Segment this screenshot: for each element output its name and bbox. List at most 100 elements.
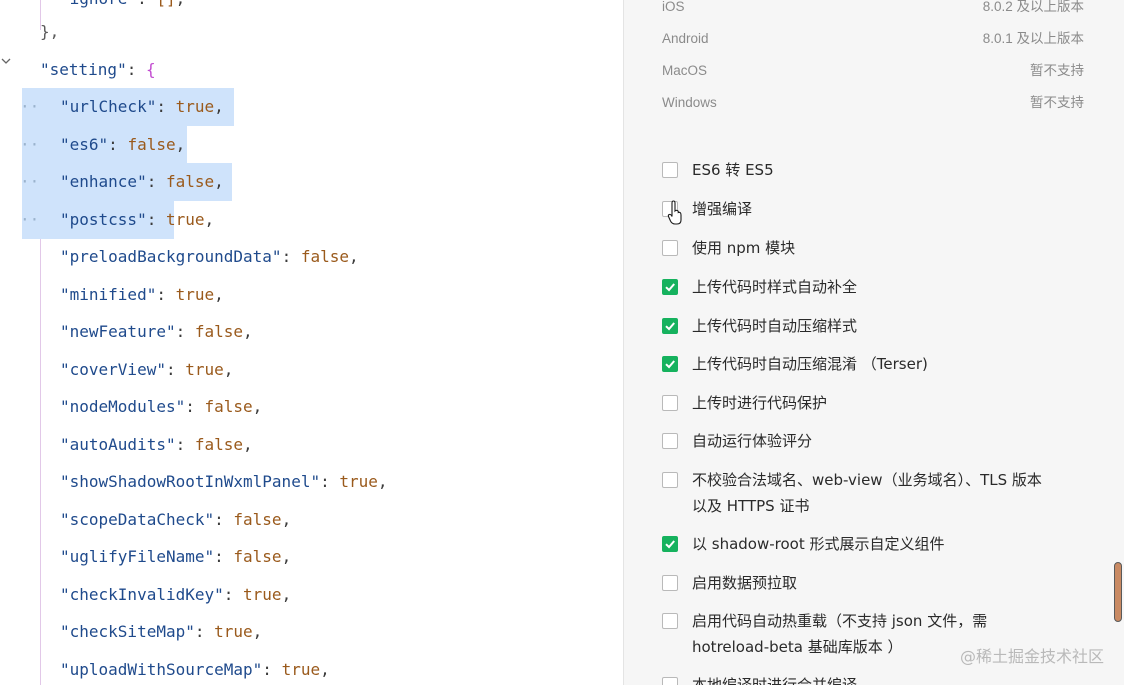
json-value: true xyxy=(243,585,282,604)
version-row: MacOS 暂不支持 xyxy=(662,55,1084,87)
whitespace-dots: ·· xyxy=(20,135,40,154)
code-line: ·· "urlCheck": true, xyxy=(0,88,623,126)
checkbox-unchecked[interactable] xyxy=(662,162,678,178)
json-key: "checkInvalidKey" xyxy=(60,585,224,604)
checkbox-unchecked[interactable] xyxy=(662,472,678,488)
code-text: "enhance": false, xyxy=(60,167,224,197)
code-editor[interactable]: "ignore": [],},"setting": {··"urlCheck":… xyxy=(0,0,623,685)
comma-token: , xyxy=(223,360,234,379)
checkbox-checked[interactable] xyxy=(662,356,678,372)
setting-option-label: 上传代码时自动压缩混淆 （Terser) xyxy=(692,355,928,373)
json-key: "coverView" xyxy=(60,360,166,379)
code-text: "showShadowRootInWxmlPanel": true, xyxy=(60,467,388,497)
platform-name: Android xyxy=(662,31,709,46)
json-value: true xyxy=(214,622,253,641)
version-row: Android 8.0.1 及以上版本 xyxy=(662,23,1084,55)
version-row: iOS 8.0.2 及以上版本 xyxy=(662,0,1084,23)
code-line: "showShadowRootInWxmlPanel": true, xyxy=(0,467,623,497)
checkbox-unchecked[interactable] xyxy=(662,575,678,591)
whitespace-dots: ·· xyxy=(20,97,40,116)
json-key: "preloadBackgroundData" xyxy=(60,247,282,266)
code-line: "nodeModules": false, xyxy=(0,392,623,422)
code-line: "newFeature": false, xyxy=(0,317,623,347)
colon-token: : xyxy=(108,135,128,154)
checkbox-checked[interactable] xyxy=(662,279,678,295)
platform-name: MacOS xyxy=(662,63,708,78)
code-line: "uglifyFileName": false, xyxy=(0,542,623,572)
comma-token: , xyxy=(281,510,292,529)
json-key: "uglifyFileName" xyxy=(60,547,215,566)
checkbox-checked[interactable] xyxy=(662,318,678,334)
version-requirement: 暂不支持 xyxy=(1030,63,1084,78)
json-value: true xyxy=(339,472,378,491)
json-value: true xyxy=(281,660,321,679)
code-line: "minified": true, xyxy=(0,280,623,310)
checkbox-unchecked[interactable] xyxy=(662,613,678,629)
code-line: ·· "enhance": false, xyxy=(0,163,623,201)
checkbox-checked[interactable] xyxy=(662,536,678,552)
check-icon xyxy=(665,540,675,549)
json-key: "showShadowRootInWxmlPanel" xyxy=(60,472,321,491)
code-text: "checkInvalidKey": true, xyxy=(60,580,291,610)
json-value: false xyxy=(194,435,244,454)
code-line: "scopeDataCheck": false, xyxy=(0,505,623,535)
comma-token: , xyxy=(349,247,359,266)
colon-token: : xyxy=(214,547,234,566)
code-line: "autoAudits": false, xyxy=(0,430,623,460)
panel-scrollbar[interactable] xyxy=(1114,562,1122,622)
version-requirement: 暂不支持 xyxy=(1030,95,1084,110)
platform-name: iOS xyxy=(662,0,685,14)
json-key: "setting" xyxy=(40,60,127,79)
setting-option-label: ES6 转 ES5 xyxy=(692,161,774,179)
checkbox-unchecked[interactable] xyxy=(662,240,678,256)
brace-token: }, xyxy=(40,22,60,41)
json-value: false xyxy=(233,510,282,529)
json-value: true xyxy=(185,360,224,379)
watermark: @稀土掘金技术社区 xyxy=(959,647,1104,666)
code-text: "preloadBackgroundData": false, xyxy=(60,242,359,272)
project-settings-panel: iOS 8.0.2 及以上版本 Android 8.0.1 及以上版本 MacOS 暂不支… xyxy=(623,0,1124,685)
json-key: "postcss" xyxy=(60,210,147,229)
json-key: "scopeDataCheck" xyxy=(60,510,215,529)
code-text: "minified": true, xyxy=(60,280,224,310)
code-line: "preloadBackgroundData": false, xyxy=(0,242,623,272)
comma-token: , xyxy=(214,172,224,191)
comma-token: , xyxy=(320,660,330,679)
colon-token: : xyxy=(165,360,186,379)
code-text: "checkSiteMap": true, xyxy=(60,617,262,647)
whitespace-dots: ·· xyxy=(20,210,40,229)
version-row: Windows 暂不支持 xyxy=(662,87,1084,119)
setting-option-label: 本地编译时进行合并编译 xyxy=(692,676,858,685)
code-text: "setting": { xyxy=(40,55,156,85)
setting-option-label: 以 shadow-root 形式展示自定义组件 xyxy=(692,535,945,553)
json-value: false xyxy=(127,135,176,154)
json-key: "enhance" xyxy=(60,172,147,191)
json-value: true xyxy=(175,97,215,116)
code-line: "checkInvalidKey": true, xyxy=(0,580,623,610)
json-value: false xyxy=(165,172,215,191)
code-text: }, xyxy=(40,17,59,47)
checkbox-unchecked[interactable] xyxy=(662,433,678,449)
comma-token: , xyxy=(252,622,263,641)
comma-token: , xyxy=(214,97,224,116)
checkbox-unchecked[interactable] xyxy=(662,395,678,411)
json-value: true xyxy=(175,285,215,304)
colon-token: : xyxy=(185,397,205,416)
comma-token: , xyxy=(377,472,388,491)
colon-token: : xyxy=(223,585,244,604)
setting-option-label: 自动运行体验评分 xyxy=(692,432,813,450)
code-text: "scopeDataCheck": false, xyxy=(60,505,291,535)
colon-token: : xyxy=(156,97,176,116)
setting-option-label: 增强编译 xyxy=(692,200,753,218)
json-key: "nodeModules" xyxy=(60,397,186,416)
code-line: "setting": { xyxy=(0,55,623,85)
code-text: "ignore": [], xyxy=(60,0,185,14)
colon-token: : xyxy=(146,210,166,229)
json-value: false xyxy=(233,547,282,566)
json-key: "urlCheck" xyxy=(60,97,157,116)
setting-option-label: 上传代码时自动压缩样式 xyxy=(692,317,858,335)
check-icon xyxy=(665,360,675,369)
comma-token: , xyxy=(281,547,292,566)
checkbox-unchecked[interactable] xyxy=(662,677,678,685)
code-line: "checkSiteMap": true, xyxy=(0,617,623,647)
